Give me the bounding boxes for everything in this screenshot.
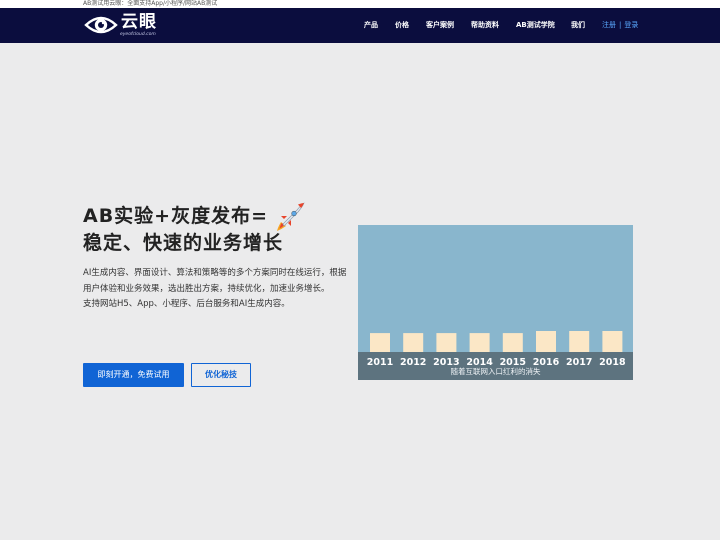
growth-chart: 2011 2012 2013 2014 2015 2016 2017 2018 随着互联网入口… (358, 225, 633, 380)
logo[interactable]: 云眼 eyeofcloud.com (84, 11, 164, 40)
nav-item-pricing[interactable]: 价格 (395, 20, 409, 30)
chart-bar-2011 (370, 333, 390, 352)
hero-description-line2: 支持网站H5、App、小程序、后台服务和AI生成内容。 (83, 299, 290, 309)
rocket-icon (277, 202, 305, 231)
logo-text: 云眼 (121, 12, 157, 32)
navbar: 云眼 eyeofcloud.com 产品 价格 客户案例 帮助资料 AB测试学院… (0, 8, 720, 43)
nav-item-cases[interactable]: 客户案例 (426, 20, 454, 30)
chart-caption: 随着互联网入口红利的消失 (450, 367, 541, 376)
chart-bar-2015 (502, 333, 523, 352)
hero-description-line1: AI生成内容、界面设计、算法和策略等的多个方案同时在线运行，根据用户体验和业务效… (83, 268, 347, 294)
free-trial-button[interactable]: 即刻开通，免费试用 (83, 363, 184, 387)
nav-item-ab-academy[interactable]: AB测试学院 (516, 20, 555, 30)
hero-title-line2: 稳定、快速的业务增长 (83, 232, 284, 254)
nav-item-about[interactable]: 我们 (571, 20, 585, 30)
chart-svg: 2011 2012 2013 2014 2015 2016 2017 2018 (358, 331, 633, 380)
hero-title-line1: AB实验+灰度发布= (83, 205, 269, 227)
chart-bar-2016 (536, 331, 556, 352)
hero-description: AI生成内容、界面设计、算法和策略等的多个方案同时在线运行，根据用户体验和业务效… (83, 266, 353, 313)
eye-logo-icon (84, 16, 118, 34)
logo-subtext: eyeofcloud.com (120, 32, 156, 37)
hero-title: AB实验+灰度发布= 稳定、快速的业务增长 (83, 203, 283, 257)
auth-links: 注册 | 登录 (602, 20, 638, 30)
nav-item-help[interactable]: 帮助资料 (471, 20, 499, 30)
register-link[interactable]: 注册 (602, 21, 616, 29)
auth-separator: | (619, 21, 622, 29)
chart-bar-2018 (602, 331, 623, 352)
optimization-tips-button[interactable]: 优化秘技 (191, 363, 251, 387)
login-link[interactable]: 登录 (624, 21, 638, 29)
chart-bar-2013 (436, 333, 457, 352)
chart-bar-2012 (403, 333, 424, 352)
chart-bar-2014 (469, 333, 490, 352)
top-info-text: AB测试用云眼：全面支持App/小程序/网站AB测试 (83, 0, 218, 7)
chart-bar-2017 (569, 331, 590, 352)
top-info-bar: AB测试用云眼：全面支持App/小程序/网站AB测试 (0, 0, 720, 8)
nav-item-products[interactable]: 产品 (364, 20, 378, 30)
